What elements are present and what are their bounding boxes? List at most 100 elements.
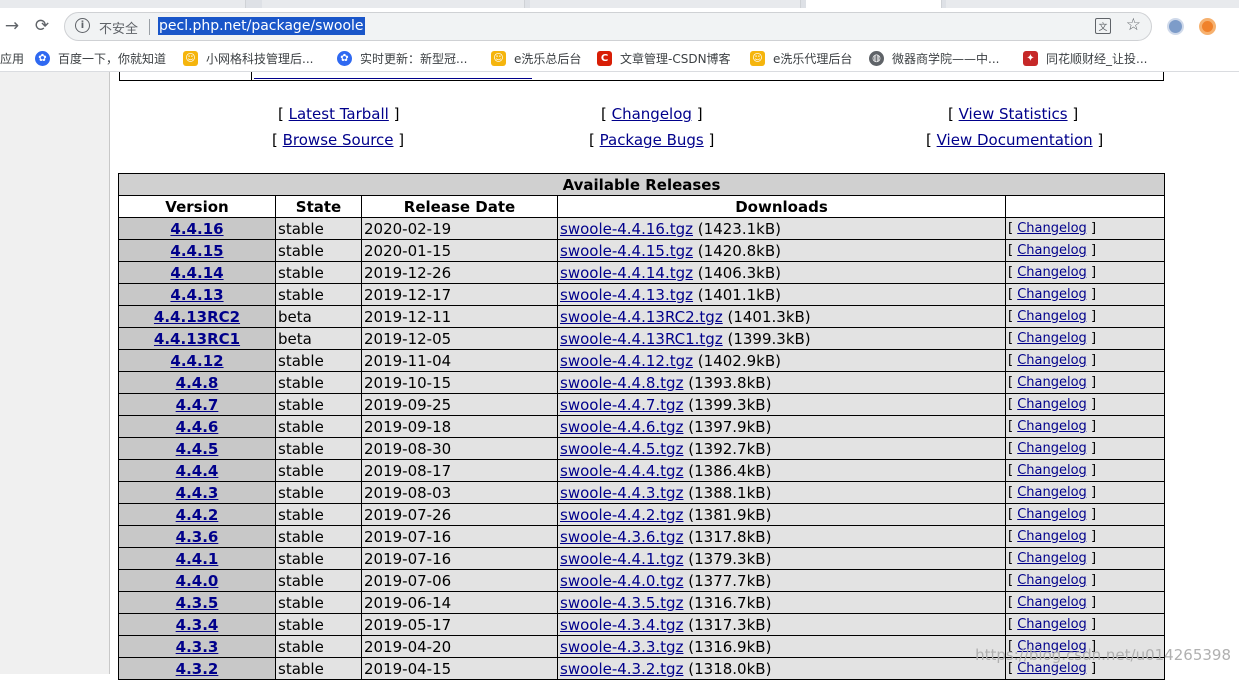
translate-icon[interactable]: 文 xyxy=(1095,18,1111,34)
version-link[interactable]: 4.4.14 xyxy=(170,264,223,282)
version-link[interactable]: 4.3.5 xyxy=(176,594,219,612)
release-date-cell: 2019-12-11 xyxy=(361,305,558,328)
download-link[interactable]: swoole-4.4.1.tgz xyxy=(560,550,683,568)
download-link[interactable]: swoole-4.4.7.tgz xyxy=(560,396,683,414)
security-label[interactable]: 不安全 xyxy=(99,18,138,37)
changelog-link[interactable]: Changelog xyxy=(1017,595,1087,610)
download-link[interactable]: swoole-4.3.4.tgz xyxy=(560,616,683,634)
changelog-link[interactable]: Changelog xyxy=(1017,441,1087,456)
changelog-link[interactable]: Changelog xyxy=(1017,573,1087,588)
download-link[interactable]: swoole-4.4.0.tgz xyxy=(560,572,683,590)
browser-tab[interactable] xyxy=(530,0,801,8)
changelog-link[interactable]: Changelog xyxy=(1017,485,1087,500)
bookmark-apps[interactable]: 应用 xyxy=(0,50,24,67)
bookmark-item[interactable]: ◍ 微器商学院——中... xyxy=(869,50,999,67)
download-link[interactable]: swoole-4.3.5.tgz xyxy=(560,594,683,612)
view-statistics-link[interactable]: View Statistics xyxy=(959,105,1068,123)
version-link[interactable]: 4.4.8 xyxy=(176,374,219,392)
download-link[interactable]: swoole-4.4.4.tgz xyxy=(560,462,683,480)
bookmark-item[interactable]: ☺ 小网格科技管理后... xyxy=(183,50,313,67)
changelog-link[interactable]: Changelog xyxy=(1017,265,1087,280)
extension-icon[interactable] xyxy=(1199,18,1216,35)
latest-tarball-link[interactable]: Latest Tarball xyxy=(289,105,389,123)
view-documentation-link[interactable]: View Documentation xyxy=(937,131,1093,149)
changelog-link[interactable]: Changelog xyxy=(1017,617,1087,632)
changelog-link[interactable]: Changelog xyxy=(1017,507,1087,522)
changelog-link[interactable]: Changelog xyxy=(1017,529,1087,544)
browser-tab-active[interactable] xyxy=(806,0,942,8)
version-link[interactable]: 4.4.13RC1 xyxy=(154,330,240,348)
extension-icon[interactable] xyxy=(1167,18,1184,35)
download-link[interactable]: swoole-4.4.5.tgz xyxy=(560,440,683,458)
forward-arrow-icon[interactable]: → xyxy=(0,14,24,38)
version-link[interactable]: 4.4.7 xyxy=(176,396,219,414)
bookmark-item[interactable]: ✦ 同花顺财经_让投... xyxy=(1023,50,1147,67)
changelog-link[interactable]: Changelog xyxy=(1017,397,1087,412)
version-link[interactable]: 4.4.1 xyxy=(176,550,219,568)
changelog-link[interactable]: Changelog xyxy=(1017,243,1087,258)
version-link[interactable]: 4.4.6 xyxy=(176,418,219,436)
version-link[interactable]: 4.4.4 xyxy=(176,462,219,480)
changelog-link[interactable]: Changelog xyxy=(1017,375,1087,390)
download-link[interactable]: swoole-4.4.13RC2.tgz xyxy=(560,308,723,326)
changelog-link[interactable]: Changelog xyxy=(1017,551,1087,566)
version-link[interactable]: 4.4.0 xyxy=(176,572,219,590)
reload-icon[interactable]: ⟳ xyxy=(30,14,54,38)
download-link[interactable]: swoole-4.3.3.tgz xyxy=(560,638,683,656)
download-link[interactable]: swoole-4.4.6.tgz xyxy=(560,418,683,436)
version-link[interactable]: 4.3.4 xyxy=(176,616,219,634)
changelog-link[interactable]: Changelog xyxy=(1017,309,1087,324)
table-row: 4.4.5 stable 2019-08-30 swoole-4.4.5.tgz (1… xyxy=(118,437,1165,460)
download-link[interactable]: swoole-4.4.8.tgz xyxy=(560,374,683,392)
version-link[interactable]: 4.4.13RC2 xyxy=(154,308,240,326)
version-link[interactable]: 4.4.15 xyxy=(170,242,223,260)
state-cell: stable xyxy=(275,657,362,680)
version-link[interactable]: 4.3.2 xyxy=(176,660,219,678)
version-link[interactable]: 4.4.5 xyxy=(176,440,219,458)
file-size: (1392.7kB) xyxy=(688,439,772,458)
release-date-cell: 2019-04-15 xyxy=(361,657,558,680)
changelog-link[interactable]: Changelog xyxy=(612,105,692,123)
bookmark-item[interactable]: ☺ e洗乐总后台 xyxy=(491,50,581,67)
bookmark-item[interactable]: ☺ e洗乐代理后台 xyxy=(750,50,852,67)
download-link[interactable]: swoole-4.4.3.tgz xyxy=(560,484,683,502)
changelog-link[interactable]: Changelog xyxy=(1017,287,1087,302)
download-link[interactable]: swoole-4.4.13RC1.tgz xyxy=(560,330,723,348)
url-text[interactable]: pecl.php.net/package/swoole xyxy=(158,17,365,35)
browser-tab[interactable] xyxy=(946,0,1239,8)
download-link[interactable]: swoole-4.3.6.tgz xyxy=(560,528,683,546)
file-size: (1399.3kB) xyxy=(727,329,811,348)
file-size: (1316.9kB) xyxy=(688,637,772,656)
download-link[interactable]: swoole-4.4.13.tgz xyxy=(560,286,693,304)
download-link[interactable]: swoole-4.4.15.tgz xyxy=(560,242,693,260)
version-link[interactable]: 4.4.13 xyxy=(170,286,223,304)
bookmark-label: 文章管理-CSDN博客 xyxy=(620,52,731,66)
changelog-link[interactable]: Changelog xyxy=(1017,331,1087,346)
download-link[interactable]: swoole-4.4.2.tgz xyxy=(560,506,683,524)
bookmark-star-icon[interactable]: ☆ xyxy=(1126,15,1141,35)
version-link[interactable]: 4.3.3 xyxy=(176,638,219,656)
address-bar[interactable]: i 不安全 pecl.php.net/package/swoole 文 ☆ xyxy=(64,12,1152,41)
download-link[interactable]: swoole-4.4.14.tgz xyxy=(560,264,693,282)
changelog-link[interactable]: Changelog xyxy=(1017,353,1087,368)
info-icon[interactable]: i xyxy=(75,18,90,33)
changelog-link[interactable]: Changelog xyxy=(1017,463,1087,478)
package-bugs-link[interactable]: Package Bugs xyxy=(600,131,704,149)
version-link[interactable]: 4.4.3 xyxy=(176,484,219,502)
download-link[interactable]: swoole-4.3.2.tgz xyxy=(560,660,683,678)
version-link[interactable]: 4.4.16 xyxy=(170,220,223,238)
browser-tab[interactable] xyxy=(262,0,525,8)
version-link[interactable]: 4.3.6 xyxy=(176,528,219,546)
bookmark-item[interactable]: C 文章管理-CSDN博客 xyxy=(597,50,731,67)
bookmark-item[interactable]: ✿ 百度一下，你就知道 xyxy=(35,50,166,67)
changelog-link[interactable]: Changelog xyxy=(1017,419,1087,434)
version-link[interactable]: 4.4.2 xyxy=(176,506,219,524)
version-link[interactable]: 4.4.12 xyxy=(170,352,223,370)
bookmark-item[interactable]: ✿ 实时更新：新型冠... xyxy=(337,50,467,67)
download-link[interactable]: swoole-4.4.16.tgz xyxy=(560,220,693,238)
download-link[interactable]: swoole-4.4.12.tgz xyxy=(560,352,693,370)
changelog-link[interactable]: Changelog xyxy=(1017,221,1087,236)
cut-off-link[interactable] xyxy=(254,72,532,79)
browse-source-link[interactable]: Browse Source xyxy=(283,131,394,149)
browser-tab[interactable] xyxy=(0,0,246,8)
